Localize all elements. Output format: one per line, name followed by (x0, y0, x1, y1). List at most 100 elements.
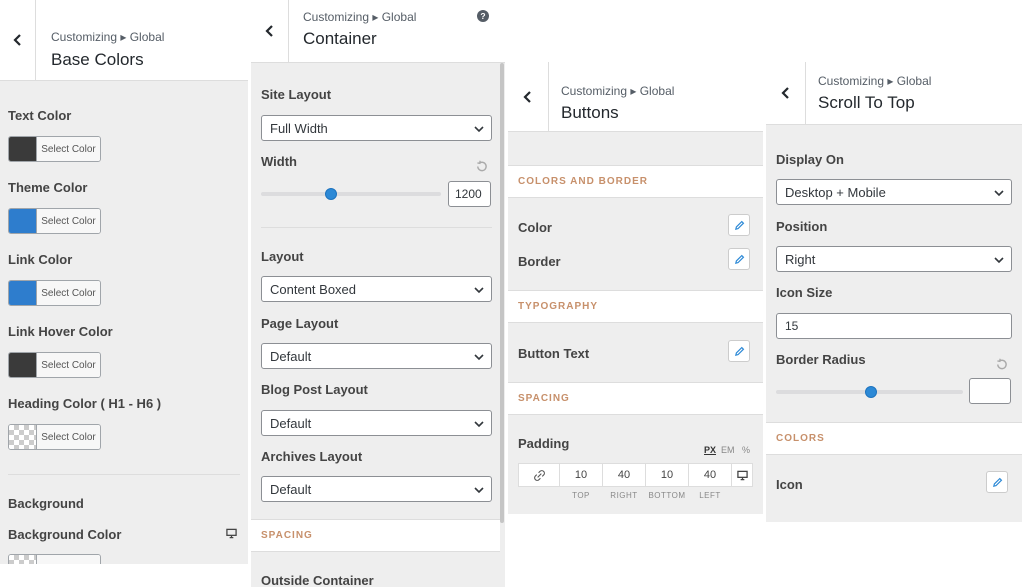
link-hover-color-picker[interactable]: Select Color (8, 352, 101, 378)
divider (8, 474, 240, 475)
selected-value: Content Boxed (270, 281, 357, 297)
unlink-icon (533, 469, 545, 481)
position-select[interactable]: Right (776, 246, 1012, 272)
border-radius-input[interactable] (969, 378, 1011, 404)
page-title: Container (303, 29, 377, 48)
reset-arrow-icon[interactable] (995, 358, 1008, 371)
desktop-monitor-icon (736, 470, 748, 480)
breadcrumb: Customizing ▸ Global (303, 10, 417, 24)
padding-bottom-label: BOTTOM (648, 491, 686, 500)
chevron-left-icon (12, 34, 21, 46)
scrollbar[interactable] (500, 63, 504, 523)
site-layout-label: Site Layout (261, 87, 332, 102)
reset-arrow-icon[interactable] (475, 160, 488, 173)
border-radius-label: Border Radius (776, 352, 866, 367)
colors-and-border-section-heading: COLORS AND BORDER (508, 165, 763, 198)
selected-value: Desktop + Mobile (785, 184, 886, 200)
chevron-down-icon (994, 190, 1004, 197)
chevron-left-icon (264, 25, 273, 37)
panel-bottom-fade (0, 564, 248, 587)
link-color-picker[interactable]: Select Color (8, 280, 101, 306)
page-title: Scroll To Top (818, 93, 915, 112)
display-on-select[interactable]: Desktop + Mobile (776, 179, 1012, 205)
spacing-section-heading: SPACING (508, 382, 763, 415)
select-color-button[interactable]: Select Color (36, 209, 100, 233)
breadcrumb: Customizing ▸ Global (561, 84, 675, 98)
chevron-down-icon (474, 421, 484, 428)
select-color-button[interactable]: Select Color (36, 281, 100, 305)
width-label: Width (261, 154, 297, 169)
color-swatch (9, 137, 36, 161)
edit-icon-color-button[interactable] (986, 471, 1008, 493)
link-color-label: Link Color (8, 252, 73, 267)
panel-header: Customizing ▸ Global Base Colors (0, 0, 248, 81)
select-color-button[interactable]: Select Color (36, 137, 100, 161)
padding-left-input[interactable]: 40 (688, 463, 732, 487)
back-button[interactable] (0, 0, 36, 80)
archives-layout-label: Archives Layout (261, 449, 363, 464)
button-text-label: Button Text (518, 346, 590, 361)
back-button[interactable] (251, 0, 289, 62)
site-layout-select[interactable]: Full Width (261, 115, 492, 141)
color-swatch (9, 353, 36, 377)
display-on-label: Display On (776, 152, 844, 167)
select-color-button[interactable]: Select Color (36, 425, 100, 449)
width-slider-track[interactable] (261, 192, 441, 196)
padding-top-input[interactable]: 10 (559, 463, 603, 487)
link-values-button[interactable] (518, 463, 560, 487)
panel-header: Customizing ▸ Global Container ? (251, 0, 505, 63)
question-circle-icon[interactable]: ? (477, 10, 489, 22)
selected-value: Default (270, 348, 312, 364)
chevron-left-icon (523, 90, 531, 103)
blog-post-layout-select[interactable]: Default (261, 410, 492, 436)
color-swatch (9, 281, 36, 305)
selected-value: Default (270, 481, 312, 497)
icon-size-input[interactable]: 15 (776, 313, 1012, 339)
padding-label: Padding (518, 436, 570, 451)
padding-bottom-input[interactable]: 10 (645, 463, 689, 487)
heading-color-picker[interactable]: Select Color (8, 424, 101, 450)
selected-value: Default (270, 415, 312, 431)
edit-button-text-button[interactable] (728, 340, 750, 362)
text-color-label: Text Color (8, 108, 72, 123)
base-colors-panel: Customizing ▸ Global Base Colors Text Co… (0, 0, 248, 587)
desktop-monitor-icon[interactable] (226, 528, 237, 539)
back-button[interactable] (766, 62, 806, 124)
unit-px[interactable]: PX (704, 445, 716, 455)
chevron-left-icon (780, 87, 789, 99)
padding-left-label: LEFT (699, 491, 721, 500)
divider (261, 227, 492, 228)
border-radius-slider-thumb[interactable] (865, 386, 878, 398)
layout-select[interactable]: Content Boxed (261, 276, 492, 302)
blog-post-layout-label: Blog Post Layout (261, 382, 368, 397)
edit-border-button[interactable] (728, 248, 750, 270)
unit-percent[interactable]: % (742, 445, 750, 455)
padding-right-input[interactable]: 40 (602, 463, 646, 487)
color-swatch (9, 425, 36, 449)
background-color-label: Background Color (8, 527, 122, 542)
text-color-picker[interactable]: Select Color (8, 136, 101, 162)
selected-value: Right (785, 251, 816, 267)
chevron-down-icon (474, 354, 484, 361)
theme-color-picker[interactable]: Select Color (8, 208, 101, 234)
chevron-down-icon (994, 257, 1004, 264)
padding-right-label: RIGHT (610, 491, 638, 500)
unit-em[interactable]: EM (721, 445, 735, 455)
device-switch-button[interactable] (731, 463, 753, 487)
back-button[interactable] (508, 62, 549, 131)
page-layout-select[interactable]: Default (261, 343, 492, 369)
select-color-button[interactable]: Select Color (36, 353, 100, 377)
breadcrumb: Customizing ▸ Global (818, 74, 932, 88)
width-slider-thumb[interactable] (325, 188, 338, 200)
page-layout-label: Page Layout (261, 316, 339, 331)
buttons-panel: Customizing ▸ Global Buttons COLORS AND … (508, 62, 763, 514)
colors-section-heading: COLORS (766, 422, 1022, 455)
width-input[interactable]: 1200 (448, 181, 491, 207)
edit-color-button[interactable] (728, 214, 750, 236)
pencil-icon (734, 220, 744, 230)
scroll-to-top-panel: Customizing ▸ Global Scroll To Top Displ… (766, 62, 1022, 522)
panel-header: Customizing ▸ Global Buttons (508, 62, 763, 132)
color-swatch (9, 209, 36, 233)
page-title: Buttons (561, 103, 619, 122)
archives-layout-select[interactable]: Default (261, 476, 492, 502)
